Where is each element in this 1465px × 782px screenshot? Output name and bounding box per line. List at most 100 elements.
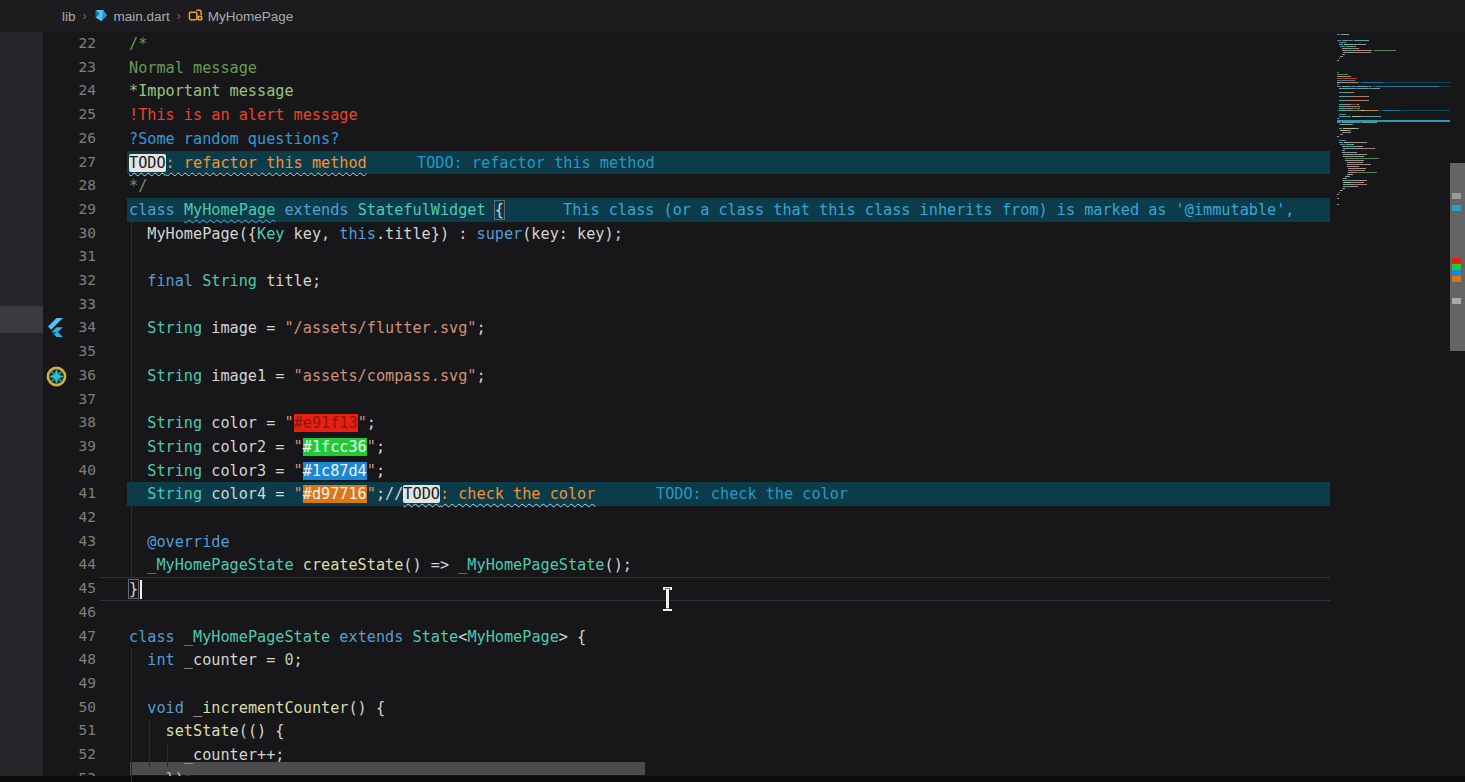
minimap-line	[1347, 164, 1368, 165]
code-text: String color3 = "#1c87d4";	[147, 459, 385, 483]
minimap-line	[1337, 194, 1339, 195]
line-number[interactable]: 44	[43, 553, 96, 577]
flutter-gutter-icon[interactable]	[46, 318, 65, 337]
code-line[interactable]: 26?Some random questions?	[43, 127, 1465, 151]
line-number[interactable]: 32	[43, 269, 96, 293]
line-number[interactable]: 48	[43, 648, 96, 672]
line-number[interactable]: 26	[43, 127, 96, 151]
line-number[interactable]: 31	[43, 245, 96, 269]
code-line[interactable]: 38String color = "#e91f13";	[43, 411, 1465, 435]
line-number[interactable]: 39	[43, 435, 96, 459]
breadcrumb-item-lib[interactable]: lib	[62, 9, 76, 24]
code-line[interactable]: 34String image = "/assets/flutter.svg";	[43, 316, 1465, 340]
line-number[interactable]: 28	[43, 174, 96, 198]
line-number[interactable]: 52	[43, 743, 96, 767]
line-number[interactable]: 22	[43, 32, 96, 56]
code-line[interactable]: 42	[43, 506, 1465, 530]
window-bottom-edge	[0, 776, 1465, 782]
line-number[interactable]: 38	[43, 411, 96, 435]
minimap-line	[1354, 52, 1370, 53]
code-line[interactable]: 29class MyHomePage extends StatefulWidge…	[43, 198, 1465, 222]
minimap-line	[1352, 148, 1363, 149]
line-number[interactable]: 33	[43, 293, 96, 317]
code-line[interactable]: 30MyHomePage({Key key, this.title}) : su…	[43, 222, 1465, 246]
minimap-line	[1343, 128, 1357, 129]
code-line[interactable]: 47class _MyHomePageState extends State<M…	[43, 625, 1465, 649]
minimap-line	[1343, 100, 1351, 101]
color-swatch: #1fcc36	[303, 438, 367, 456]
line-number[interactable]: 23	[43, 56, 96, 80]
code-text: void _incrementCounter() {	[147, 696, 385, 720]
code-line[interactable]: 32 final String title;	[43, 269, 1465, 293]
line-number[interactable]: 45	[43, 577, 96, 601]
line-number[interactable]: 25	[43, 103, 96, 127]
minimap-line	[1345, 160, 1364, 161]
code-line[interactable]: 35	[43, 340, 1465, 364]
line-number[interactable]: 30	[43, 222, 96, 246]
code-line[interactable]: 46	[43, 601, 1465, 625]
breadcrumb-item-file[interactable]: main.dart	[114, 9, 170, 24]
code-line[interactable]: 41String color4 = "#d97716";//TODO: chec…	[43, 482, 1465, 506]
code-text: setState(() {	[166, 719, 285, 743]
code-text: final String title;	[147, 269, 321, 293]
code-line[interactable]: 27TODO: refactor this methodTODO: refact…	[43, 151, 1465, 175]
minimap-line	[1342, 86, 1350, 87]
code-line[interactable]: 45}	[43, 577, 1465, 601]
code-line[interactable]: 43@override	[43, 530, 1465, 554]
breadcrumb: lib › main.dart › MyHomePage	[0, 0, 1465, 32]
editor-pane[interactable]: 22/*23Normal message24*Important message…	[0, 32, 1465, 782]
code-line[interactable]: 31	[43, 245, 1465, 269]
line-number[interactable]: 43	[43, 530, 96, 554]
code-line[interactable]: 51 setState(() {	[43, 719, 1465, 743]
line-number[interactable]: 35	[43, 340, 96, 364]
line-number[interactable]: 49	[43, 672, 96, 696]
code-line[interactable]: 24*Important message	[43, 79, 1465, 103]
code-line[interactable]: 40 String color3 = "#1c87d4";	[43, 459, 1465, 483]
code-text: int _counter = 0;	[147, 648, 302, 672]
minimap-line	[1340, 190, 1342, 191]
minimap-line	[1354, 40, 1367, 41]
line-number[interactable]: 27	[43, 151, 96, 175]
minimap-line	[1354, 146, 1364, 147]
code-line[interactable]: 39String color2 = "#1fcc36";	[43, 435, 1465, 459]
code-line[interactable]: 22/*	[43, 32, 1465, 56]
code-line[interactable]: 37	[43, 388, 1465, 412]
minimap[interactable]	[1337, 32, 1450, 782]
code-line[interactable]: 25 !This is an alert message	[43, 103, 1465, 127]
dart-icon	[94, 8, 109, 26]
minimap-line	[1339, 58, 1341, 59]
line-number[interactable]: 51	[43, 719, 96, 743]
minimap-line	[1337, 80, 1355, 81]
compass-gutter-icon[interactable]	[46, 366, 65, 385]
minimap-line	[1351, 124, 1353, 125]
code-line[interactable]: 28*/	[43, 174, 1465, 198]
line-number[interactable]: 24	[43, 79, 96, 103]
ghost-todo-text: TODO: check the color	[656, 482, 848, 506]
line-number[interactable]: 37	[43, 388, 96, 412]
minimap-line	[1375, 86, 1439, 87]
code-line[interactable]: 36String image1 = "assets/compass.svg";	[43, 364, 1465, 388]
line-number[interactable]: 41	[43, 482, 96, 506]
line-number[interactable]: 50	[43, 696, 96, 720]
scrollbar-vertical[interactable]	[1450, 32, 1465, 782]
minimap-line	[1339, 114, 1346, 115]
code-line[interactable]: 33	[43, 293, 1465, 317]
code-line[interactable]: 50 void _incrementCounter() {	[43, 696, 1465, 720]
minimap-line	[1351, 96, 1368, 97]
code-line[interactable]: 44_MyHomePageState createState() => _MyH…	[43, 553, 1465, 577]
code-text: !This is an alert message	[129, 103, 358, 127]
scrollbar-vertical-thumb[interactable]	[1450, 163, 1465, 351]
minimap-line	[1369, 86, 1371, 87]
breadcrumb-item-symbol[interactable]: MyHomePage	[208, 9, 294, 24]
scrollbar-horizontal-thumb[interactable]	[130, 762, 645, 775]
code-text: TODO: refactor this method	[129, 151, 367, 175]
line-number[interactable]: 46	[43, 601, 96, 625]
line-number[interactable]: 47	[43, 625, 96, 649]
code-line[interactable]: 48 int _counter = 0;	[43, 648, 1465, 672]
code-line[interactable]: 23Normal message	[43, 56, 1465, 80]
line-number[interactable]: 29	[43, 198, 96, 222]
minimap-line	[1348, 170, 1362, 171]
code-line[interactable]: 49	[43, 672, 1465, 696]
line-number[interactable]: 42	[43, 506, 96, 530]
line-number[interactable]: 40	[43, 459, 96, 483]
